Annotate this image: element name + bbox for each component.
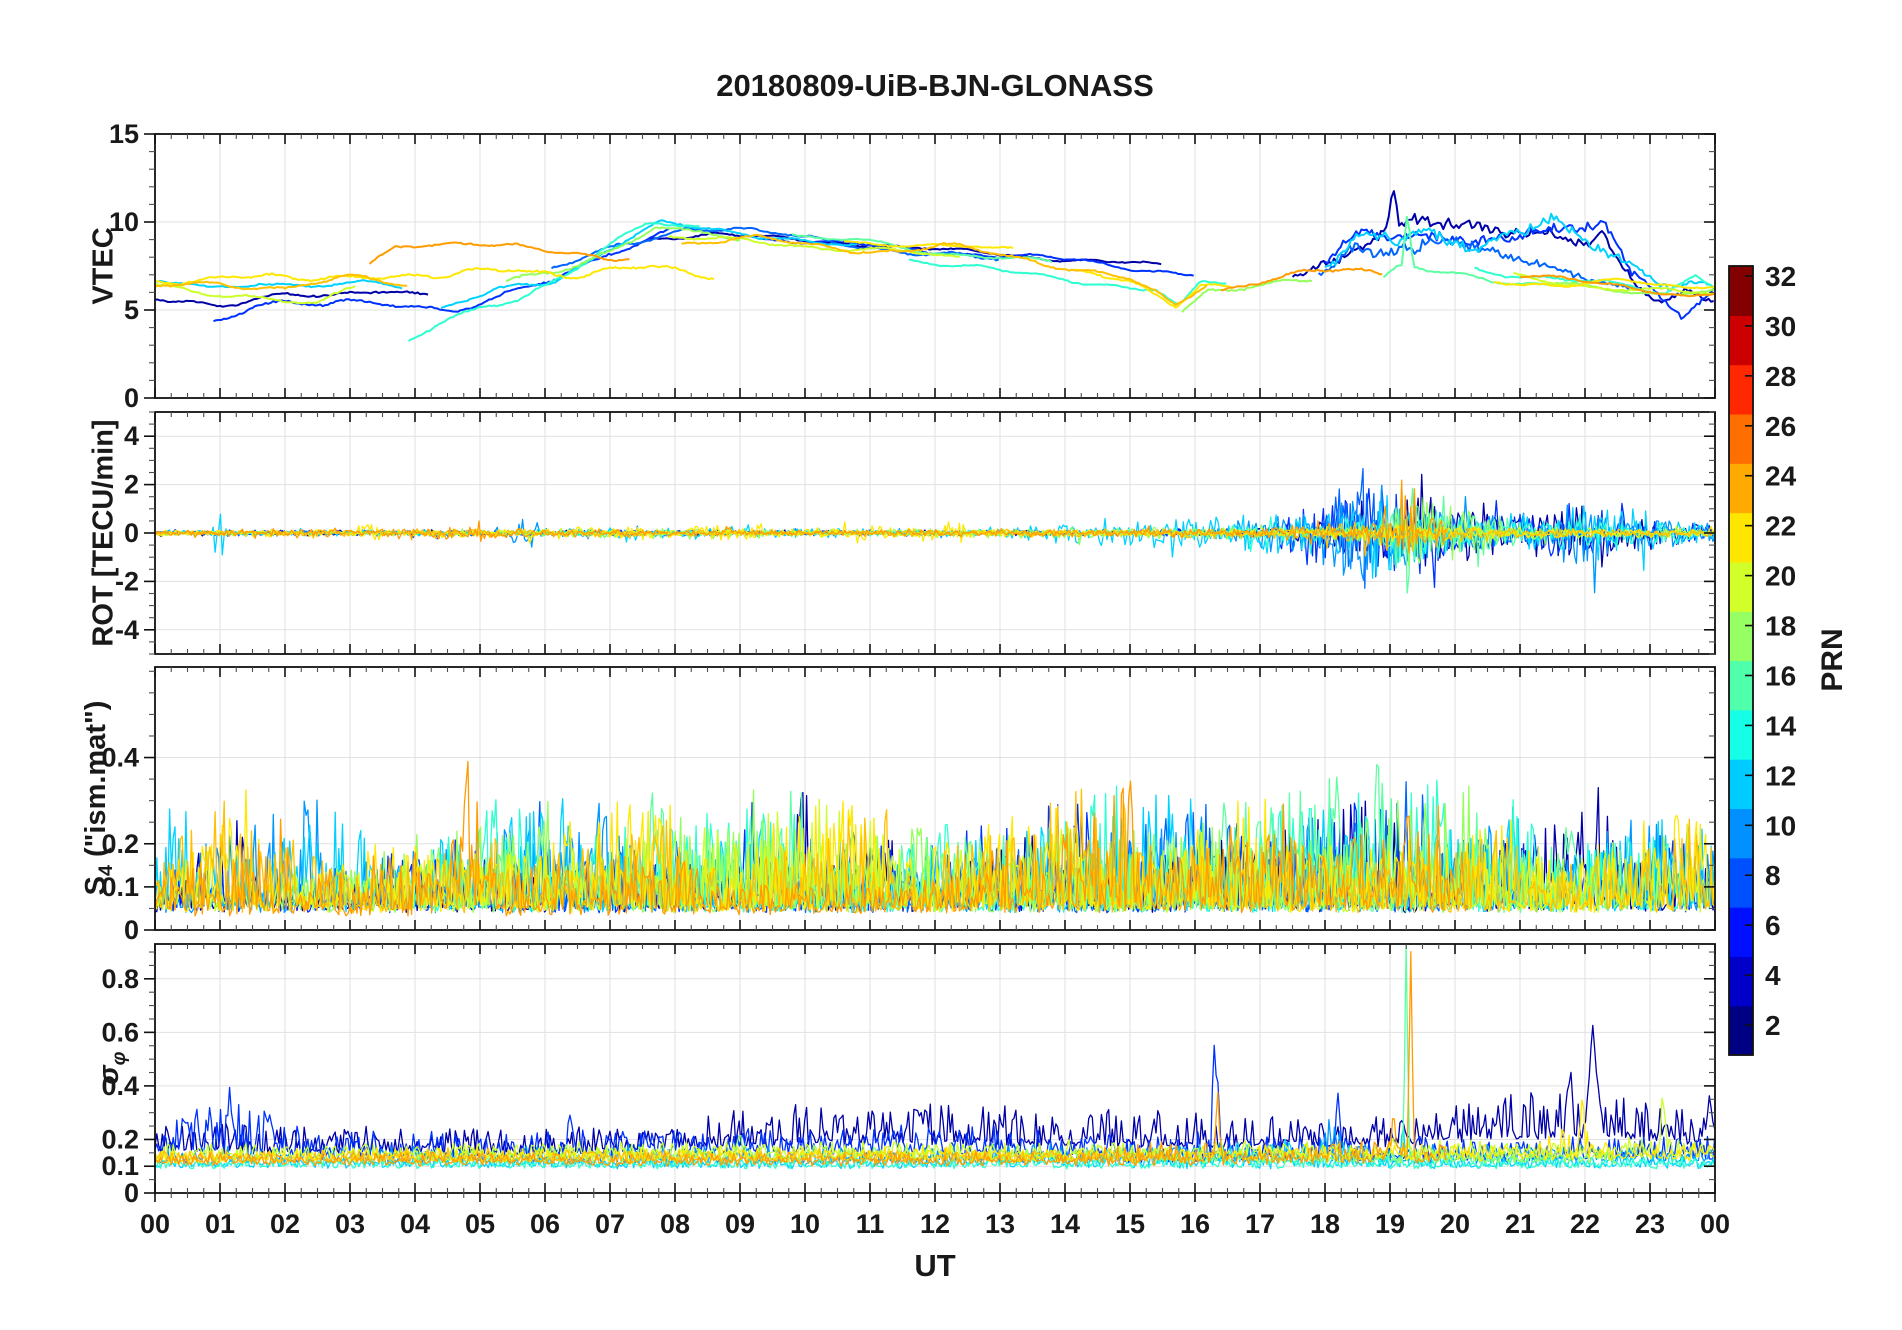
plot-canvas: 051015-4-202400.10.20.400.10.20.40.60.80… (101, 119, 1797, 1239)
x-tick-label: 20 (1440, 1209, 1470, 1239)
colorbar-segment (1729, 907, 1753, 957)
y-tick-label: 4 (124, 421, 139, 451)
x-tick-label: 09 (725, 1209, 755, 1239)
x-tick-label: 04 (400, 1209, 430, 1239)
x-tick-label: 21 (1505, 1209, 1535, 1239)
colorbar-segment (1729, 709, 1753, 760)
ylabel-sigma-phi: σφ (93, 1051, 131, 1084)
colorbar-segment (1729, 759, 1753, 810)
colorbar-tick-label: 18 (1765, 611, 1796, 642)
colorbar-tick-label: 2 (1765, 1010, 1781, 1041)
panel-s4: 00.10.20.4 (101, 666, 1716, 945)
colorbar-segment (1729, 364, 1753, 415)
y-tick-label: 0 (124, 1178, 139, 1208)
series-line (668, 235, 960, 258)
x-tick-label: 06 (530, 1209, 560, 1239)
x-tick-label: 22 (1570, 1209, 1600, 1239)
series-line (1291, 190, 1714, 304)
x-tick-label: 01 (205, 1209, 235, 1239)
colorbar-tick-label: 22 (1765, 511, 1796, 542)
colorbar-tick-label: 4 (1765, 960, 1781, 991)
y-tick-label: 5 (124, 295, 139, 325)
x-tick-label: 03 (335, 1209, 365, 1239)
colorbar-segment (1729, 660, 1753, 711)
ylabel-s4-rest: ("ism.mat") (80, 700, 113, 866)
colorbar-tick-label: 8 (1765, 860, 1781, 891)
series-line (908, 258, 1227, 306)
x-tick-label: 02 (270, 1209, 300, 1239)
colorbar-tick-label: 20 (1765, 561, 1796, 592)
x-tick-label: 15 (1115, 1209, 1145, 1239)
x-tick-label: 07 (595, 1209, 625, 1239)
x-tick-label: 16 (1180, 1209, 1210, 1239)
colorbar-tick-label: 6 (1765, 910, 1781, 941)
colorbar-segment (1729, 561, 1753, 612)
panel-rot: -4-2024 (115, 411, 1716, 655)
panel-vtec: 051015 (109, 119, 1716, 413)
x-tick-label: 18 (1310, 1209, 1340, 1239)
x-tick-label: 19 (1375, 1209, 1405, 1239)
ticks-vtec (144, 133, 1716, 399)
x-tick-label: 00 (1700, 1209, 1730, 1239)
series-line (440, 219, 858, 309)
series-line (155, 264, 715, 286)
x-tick-label: 12 (920, 1209, 950, 1239)
x-tick-label: 05 (465, 1209, 495, 1239)
chart-title: 20180809-UiB-BJN-GLONASS (716, 68, 1154, 103)
ylabel-s4-main: S (80, 876, 113, 896)
y-tick-label: 0 (124, 518, 139, 548)
ylabel-sigma-sub: φ (107, 1051, 130, 1066)
ylabel-vtec: VTEC (87, 227, 120, 305)
colorbar-segment (1729, 857, 1753, 908)
y-tick-label: 15 (109, 119, 139, 149)
ylabel-sigma-main: σ (93, 1065, 126, 1085)
colorbar-tick-label: 28 (1765, 361, 1796, 392)
ylabel-s4: S4 ("ism.mat") (80, 701, 118, 896)
colorbar-tick-label: 12 (1765, 760, 1796, 791)
colorbar-segment (1729, 413, 1753, 464)
x-tick-label: 11 (856, 1209, 885, 1239)
y-tick-label: 0.2 (101, 1124, 139, 1154)
x-tick-label: 23 (1635, 1209, 1665, 1239)
colorbar-tick-label: 14 (1765, 710, 1797, 741)
xlabel-ut: UT (914, 1248, 956, 1283)
series-line (155, 479, 1448, 554)
colorbar-segment (1729, 611, 1753, 662)
y-tick-label: 0 (124, 915, 139, 945)
colorbar-segment (1729, 463, 1753, 514)
grid-vtec (155, 134, 1715, 398)
figure: 20180809-UiB-BJN-GLONASS VTEC ROT [TECU/… (0, 0, 1902, 1330)
colorbar-segment (1729, 1005, 1753, 1056)
x-tick-label: 10 (790, 1209, 820, 1239)
y-tick-label: 0.1 (101, 1151, 139, 1181)
colorbar-segment (1729, 266, 1753, 316)
y-tick-label: 0 (124, 383, 139, 413)
colorbar-tick-label: 26 (1765, 411, 1796, 442)
minor-ticks-vtec (149, 134, 1715, 398)
colorbar-segment (1729, 512, 1753, 563)
y-tick-label: 2 (124, 470, 139, 500)
colorbar: 2468101214161820222426283032 (1728, 261, 1797, 1056)
colorbar-label-prn: PRN (1816, 628, 1849, 692)
series-line (1221, 267, 1383, 292)
colorbar-tick-label: 32 (1765, 261, 1796, 292)
colorbar-segment (1729, 808, 1753, 859)
colorbar-tick-label: 30 (1765, 311, 1796, 342)
ylabel-s4-sub: 4 (94, 865, 117, 877)
colorbar-segment (1729, 315, 1753, 366)
x-tick-labels: 00 01 02 03 04 05 06 07 08 09 10 11 12 13 14 15 16 17 18 19… (140, 1209, 1730, 1239)
colorbar-segment (1729, 956, 1753, 1007)
x-tick-label: 17 (1245, 1209, 1275, 1239)
ylabel-rot: ROT [TECU/min] (87, 419, 120, 647)
x-tick-label: 13 (985, 1209, 1015, 1239)
y-tick-label: 0.6 (101, 1017, 139, 1047)
colorbar-tick-label: 10 (1765, 810, 1796, 841)
x-tick-label: 00 (140, 1209, 170, 1239)
colorbar-tick-label: 16 (1765, 660, 1796, 691)
colorbar-tick-label: 24 (1765, 461, 1797, 492)
x-tick-label: 14 (1050, 1209, 1080, 1239)
panel-sigma: 00.10.20.40.60.8 (101, 943, 1716, 1208)
x-tick-label: 08 (660, 1209, 690, 1239)
y-tick-label: 0.8 (101, 964, 139, 994)
